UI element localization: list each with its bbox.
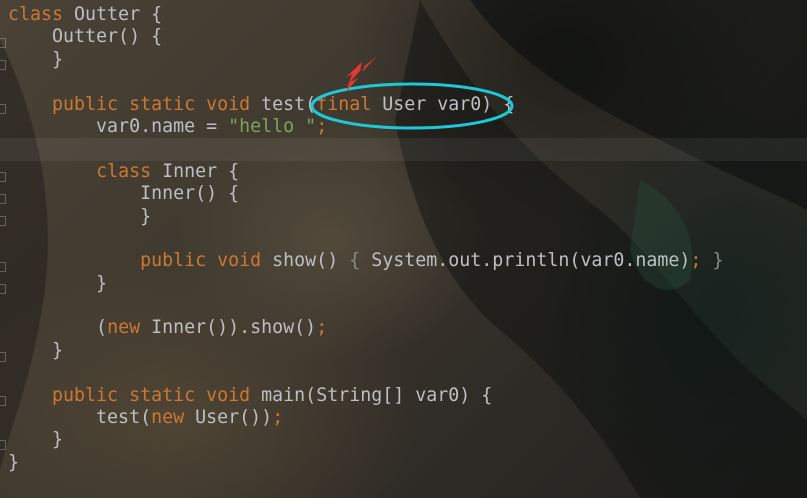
annotation-overlay: [310, 56, 514, 130]
highlight-ellipse: [310, 82, 514, 130]
